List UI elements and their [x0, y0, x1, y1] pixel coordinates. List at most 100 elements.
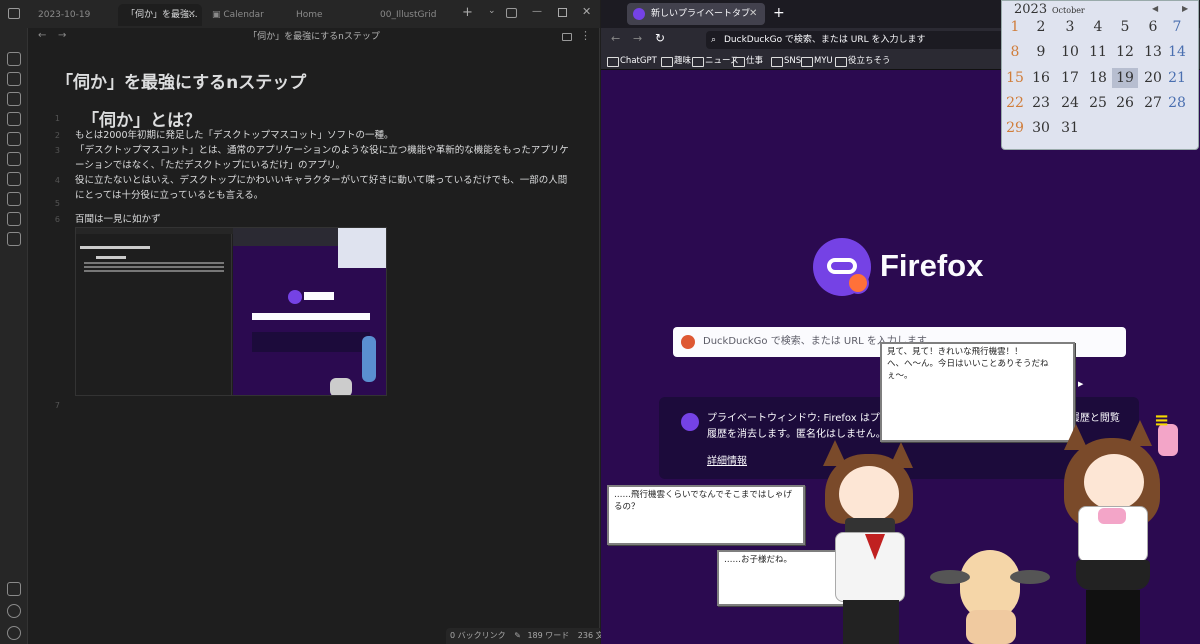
backlinks-count[interactable]: 0 バックリンク [450, 631, 506, 640]
graph-icon[interactable] [7, 52, 21, 66]
calendar-day[interactable]: 4 [1085, 17, 1111, 37]
calendar-day[interactable]: 3 [1057, 17, 1083, 37]
calendar-day[interactable]: 17 [1057, 68, 1083, 88]
url-bar[interactable]: ⌕ DuckDuckGo で検索、または URL を入力します [706, 31, 1006, 49]
text-line[interactable]: もとは2000年初期に発足した「デスクトップマスコット」ソフトの一種。 [75, 128, 575, 143]
calendar-day[interactable]: 12 [1112, 42, 1138, 62]
minimize-icon[interactable]: — [532, 6, 542, 17]
calendar-day[interactable]: 23 [1028, 93, 1054, 113]
view-title[interactable]: 「伺か」を最強にするnステップ [28, 28, 600, 46]
tab-daily-note[interactable]: 2023-10-19 [30, 4, 116, 26]
help-icon[interactable] [7, 604, 21, 618]
text-line[interactable]: 百聞は一見に如かず [75, 212, 575, 227]
bookmark-icon[interactable] [7, 212, 21, 226]
calendar-day[interactable]: 25 [1085, 93, 1111, 113]
calendar-day[interactable]: 6 [1140, 17, 1166, 37]
learn-more-link[interactable]: 詳細情報 [707, 452, 747, 467]
calendar-year: 2023 [1014, 2, 1048, 17]
calendar-day[interactable]: 13 [1140, 42, 1166, 62]
mascot-sub-character[interactable] [815, 440, 925, 644]
calendar-day[interactable]: 21 [1164, 68, 1190, 88]
mascot-main-character[interactable]: ≡ [1050, 410, 1190, 644]
line-number: 4 [54, 176, 60, 185]
bookmark-folder-hobby[interactable]: 趣味 [661, 55, 691, 67]
text-line[interactable]: 役に立たないとはいえ、デスクトップにかわいいキャラクターがいて好きに動いて喋って… [75, 173, 575, 203]
calendar-day[interactable]: 20 [1140, 68, 1166, 88]
bookmark-folder-sns[interactable]: SNS [771, 55, 801, 67]
calendar-day[interactable]: 7 [1164, 17, 1190, 37]
back-arrow-icon[interactable]: ← [611, 32, 620, 45]
calendar-day[interactable]: 28 [1164, 93, 1190, 113]
pencil-icon[interactable]: ✎ [514, 631, 521, 640]
pages-icon[interactable] [7, 112, 21, 126]
tab-illust-grid[interactable]: 00_IllustGrid [372, 4, 452, 26]
balloon-arrow-icon[interactable]: ▶ [1078, 378, 1083, 390]
calendar-widget[interactable]: 2023 October ◀ ▶ 1 2 3 4 5 6 7 8 9 10 11 12 13 14 15 16… [1001, 0, 1199, 150]
home-icon[interactable] [7, 192, 21, 206]
calendar-day[interactable]: 27 [1140, 93, 1166, 113]
bookmark-folder-news[interactable]: ニュース [692, 55, 739, 67]
calendar-day[interactable]: 1 [1002, 17, 1028, 37]
reload-icon[interactable]: ↻ [655, 31, 665, 45]
close-window-icon[interactable]: ✕ [582, 5, 591, 18]
calendar-day[interactable]: 22 [1002, 93, 1028, 113]
tab-home[interactable]: Home [288, 4, 370, 26]
duckduckgo-icon [681, 335, 695, 349]
balloon-sub2-text: ……お子様だね。 [724, 555, 793, 565]
prev-month-icon[interactable]: ◀ [1152, 4, 1158, 13]
close-icon[interactable]: ✕ [188, 4, 196, 26]
calendar-day[interactable]: 8 [1002, 42, 1028, 62]
maximize-icon[interactable] [558, 8, 567, 17]
bookmark-folder-useful[interactable]: 役立ちそう [835, 55, 891, 67]
terminal-icon[interactable] [7, 132, 21, 146]
calendar-day[interactable]: 26 [1112, 93, 1138, 113]
calendar-day[interactable]: 24 [1057, 93, 1083, 113]
forward-arrow-icon[interactable]: → [633, 32, 642, 45]
bookmark-folder-myu[interactable]: MYU [801, 55, 833, 67]
calendar-day[interactable]: 11 [1085, 42, 1111, 62]
table-icon[interactable] [7, 172, 21, 186]
calendar-day[interactable]: 2 [1028, 17, 1054, 37]
calendar-day[interactable]: 10 [1057, 42, 1083, 62]
calendar-day[interactable]: 30 [1028, 118, 1054, 138]
calendar-day[interactable]: 16 [1028, 68, 1054, 88]
vault-icon[interactable] [7, 582, 21, 596]
bookmark-folder-work[interactable]: 仕事 [733, 55, 763, 67]
calendar-day[interactable]: 19 [1112, 68, 1138, 88]
bookmark-chatgpt[interactable]: ChatGPT [607, 55, 657, 67]
exclamation-icon: ≡ [1154, 410, 1170, 431]
calendar-day[interactable]: 15 [1002, 68, 1028, 88]
note-title[interactable]: 「伺か」を最強にするnステップ [56, 68, 306, 93]
calendar-day[interactable]: 14 [1164, 42, 1190, 62]
chevron-down-icon[interactable]: ⌄ [488, 6, 496, 16]
new-tab-icon[interactable]: + [462, 5, 473, 20]
new-tab-icon[interactable]: + [773, 5, 785, 21]
close-icon[interactable]: ✕ [749, 3, 757, 25]
balloon-main[interactable]: 見て、見て！きれいな飛行機雲！！ へ、へ〜ん。今日はいいことありそうだねぇ〜。 … [880, 342, 1083, 442]
calendar-day[interactable]: 31 [1057, 118, 1083, 138]
tab-calendar[interactable]: ▣ Calendar [204, 4, 286, 26]
calendar-day[interactable]: 29 [1002, 118, 1028, 138]
line-number: 1 [54, 114, 60, 123]
sidebar-toggle-icon[interactable] [8, 8, 20, 19]
grid-icon[interactable] [7, 72, 21, 86]
tab-current-note[interactable]: 「伺か」を最強... ✕ [118, 4, 202, 26]
tab-private[interactable]: 新しいプライベートタブ ✕ [627, 3, 765, 25]
settings-icon[interactable] [7, 626, 21, 640]
split-view-icon[interactable] [506, 8, 517, 18]
reading-mode-icon[interactable] [562, 33, 572, 41]
template-icon[interactable] [7, 152, 21, 166]
balloon-sub1[interactable]: ……飛行機雲くらいでなんでそこまではしゃげるの？ [607, 485, 805, 545]
calendar-day[interactable]: 18 [1085, 68, 1111, 88]
text-line[interactable]: 「デスクトップマスコット」とは、通常のアプリケーションのような役に立つ機能や革新… [75, 143, 575, 173]
embedded-screenshot[interactable] [75, 227, 387, 396]
calendar-icon[interactable] [7, 92, 21, 106]
more-options-icon[interactable]: ⋮ [580, 29, 591, 42]
calendar-day[interactable]: 5 [1112, 17, 1138, 37]
next-month-icon[interactable]: ▶ [1182, 4, 1188, 13]
balloon-main-text: 見て、見て！きれいな飛行機雲！！ へ、へ〜ん。今日はいいことありそうだねぇ〜。 [887, 347, 1049, 381]
daily-note-icon[interactable] [7, 232, 21, 246]
calendar-day[interactable]: 9 [1028, 42, 1054, 62]
obsidian-window: 2023-10-19 「伺か」を最強... ✕ ▣ Calendar Home 0… [0, 0, 612, 644]
mascot-creature[interactable] [930, 540, 1050, 644]
